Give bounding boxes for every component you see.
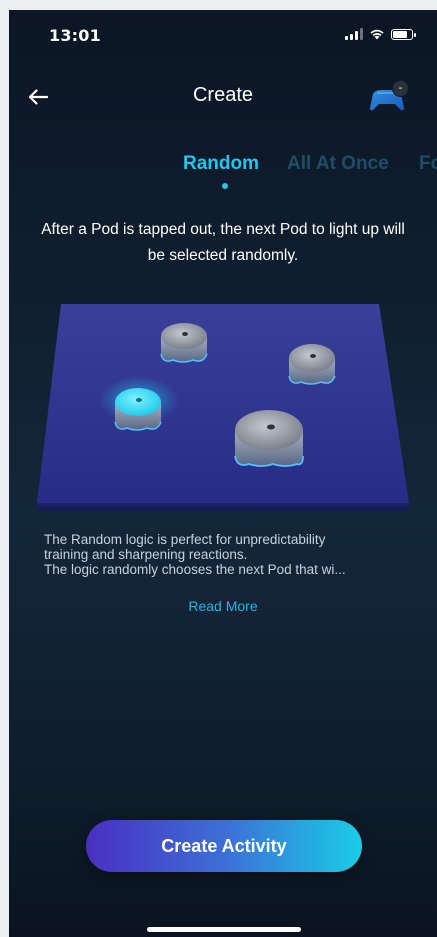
create-activity-button[interactable]: Create Activity — [86, 820, 362, 872]
pods-illustration — [37, 304, 409, 511]
logic-tabs: Random All At Once Fo — [9, 153, 437, 203]
pod — [234, 410, 304, 467]
home-indicator — [147, 927, 301, 932]
platform-edge — [37, 503, 409, 511]
cellular-signal-icon — [345, 28, 363, 40]
tab-all-at-once[interactable]: All At Once — [287, 153, 389, 175]
read-more-link[interactable]: Read More — [9, 598, 437, 614]
wifi-icon — [370, 29, 384, 40]
details-line: The logic randomly chooses the next Pod … — [44, 562, 346, 577]
details-line: The Random logic is perfect for unpredic… — [44, 532, 326, 547]
battery-icon — [391, 28, 416, 40]
active-tab-indicator — [222, 183, 228, 189]
logic-description: After a Pod is tapped out, the next Pod … — [41, 221, 405, 264]
details-line: training and sharpening reactions. — [44, 547, 248, 562]
pod — [288, 344, 336, 385]
controller-badge: - — [392, 80, 409, 97]
status-time: 13:01 — [49, 26, 101, 45]
platform-top — [37, 304, 409, 503]
controller-button[interactable]: - — [367, 80, 409, 114]
tab-random[interactable]: Random — [183, 153, 259, 175]
pod — [160, 323, 208, 363]
tab-truncated[interactable]: Fo — [419, 153, 437, 175]
logic-details: The Random logic is perfect for unpredic… — [44, 532, 407, 577]
status-icons — [345, 28, 416, 40]
phone-screen: 13:01 Create - Random All At Once Fo Aft… — [9, 10, 437, 937]
